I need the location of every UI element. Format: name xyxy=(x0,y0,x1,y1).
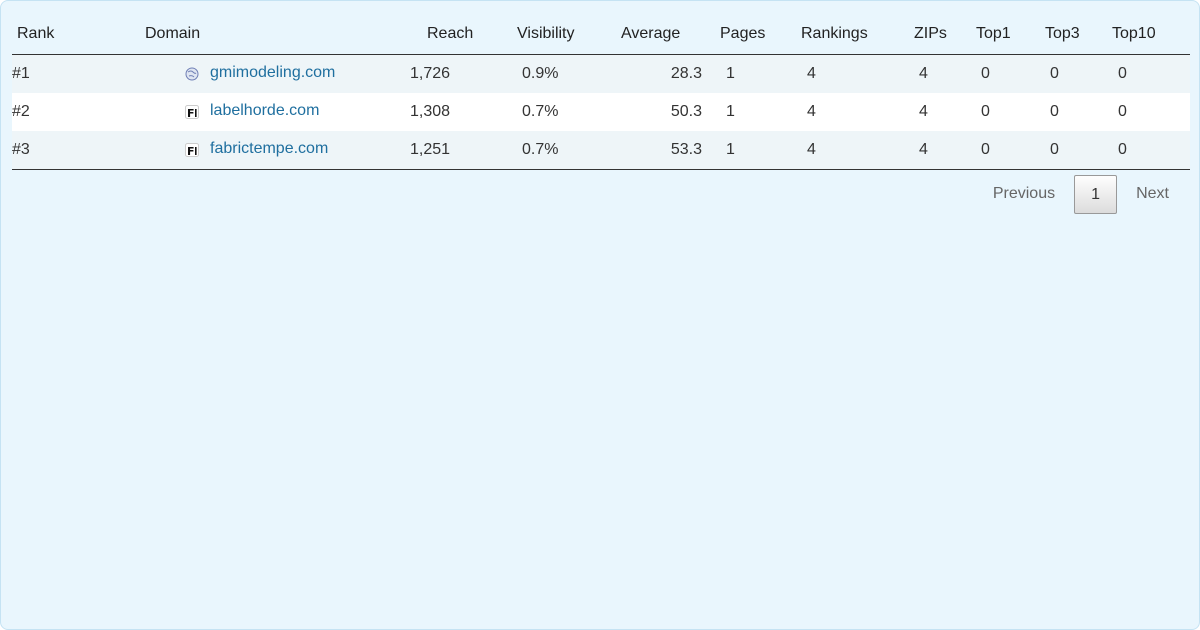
domain-cell: gmimodeling.com xyxy=(106,55,410,94)
domain-link[interactable]: gmimodeling.com xyxy=(210,64,335,82)
zips-cell: 4 xyxy=(910,131,972,170)
average-cell: 53.3 xyxy=(621,131,717,170)
top3-cell: 0 xyxy=(1041,131,1109,170)
domain-cell: F fabrictempe.com xyxy=(106,131,410,170)
rankings-cell: 4 xyxy=(807,103,816,120)
visibility-cell: 0.9% xyxy=(522,65,559,82)
average-cell: 28.3 xyxy=(670,65,702,82)
svg-text:F: F xyxy=(187,145,195,157)
table-row: #3 F fabrictempe.com 1,251 0.7% 53.3 1 4… xyxy=(12,131,1190,170)
top1-cell: 0 xyxy=(981,65,990,82)
results-panel: Rank Domain Reach Visibility Average Pag… xyxy=(0,0,1200,630)
domain-link[interactable]: fabrictempe.com xyxy=(210,140,328,158)
rank-cell: #1 xyxy=(12,65,30,82)
header-visibility[interactable]: Visibility xyxy=(517,13,621,55)
visibility-cell: 0.7% xyxy=(517,131,621,170)
fi-favicon-icon: F xyxy=(185,143,199,158)
page-1-button[interactable]: 1 xyxy=(1074,174,1118,214)
reach-cell: 1,308 xyxy=(410,103,451,120)
svg-text:F: F xyxy=(187,107,195,119)
top3-cell: 0 xyxy=(1050,103,1059,120)
visibility-cell: 0.7% xyxy=(522,103,559,120)
header-top1[interactable]: Top1 xyxy=(972,13,1041,55)
top3-cell: 0 xyxy=(1050,65,1059,82)
header-rank[interactable]: Rank xyxy=(12,13,106,55)
rankings-cell: 4 xyxy=(797,131,910,170)
table-header-row: Rank Domain Reach Visibility Average Pag… xyxy=(12,13,1190,55)
header-rankings[interactable]: Rankings xyxy=(797,13,910,55)
top1-cell: 0 xyxy=(972,131,1041,170)
average-cell: 50.3 xyxy=(670,103,702,120)
table-row: #1 gmimodeling.com 1,726 0.9% 28.3 1 4 4… xyxy=(12,54,1190,94)
previous-page-button[interactable]: Previous xyxy=(974,174,1074,214)
domain-cell: F labelhorde.com xyxy=(106,93,410,131)
header-zips[interactable]: ZIPs xyxy=(910,13,972,55)
header-average[interactable]: Average xyxy=(621,13,717,55)
reach-cell: 1,251 xyxy=(410,131,517,170)
pagination: Previous 1 Next xyxy=(974,174,1188,214)
top10-cell: 0 xyxy=(1109,131,1190,170)
pages-cell: 1 xyxy=(726,65,735,82)
header-domain[interactable]: Domain xyxy=(106,13,410,55)
rank-cell: #2 xyxy=(12,103,30,120)
fi-favicon-icon: F xyxy=(185,105,199,120)
top10-cell: 0 xyxy=(1118,103,1127,120)
top10-cell: 0 xyxy=(1118,65,1127,82)
pages-cell: 1 xyxy=(717,131,797,170)
domain-link[interactable]: labelhorde.com xyxy=(210,102,319,120)
header-pages[interactable]: Pages xyxy=(717,13,797,55)
next-page-button[interactable]: Next xyxy=(1117,174,1188,214)
domain-ranking-table: Rank Domain Reach Visibility Average Pag… xyxy=(12,13,1190,170)
zips-cell: 4 xyxy=(919,103,928,120)
zips-cell: 4 xyxy=(919,65,928,82)
globe-icon xyxy=(185,67,199,81)
header-reach[interactable]: Reach xyxy=(410,13,517,55)
top1-cell: 0 xyxy=(981,103,990,120)
header-top10[interactable]: Top10 xyxy=(1109,13,1190,55)
domain-table-wrapper: Rank Domain Reach Visibility Average Pag… xyxy=(12,13,1190,170)
pages-cell: 1 xyxy=(726,103,735,120)
rankings-cell: 4 xyxy=(807,65,816,82)
rank-cell: #3 xyxy=(12,131,106,170)
table-row: #2 F labelhorde.com 1,308 0.7% 50.3 1 4 … xyxy=(12,93,1190,131)
header-top3[interactable]: Top3 xyxy=(1041,13,1109,55)
reach-cell: 1,726 xyxy=(410,65,451,82)
